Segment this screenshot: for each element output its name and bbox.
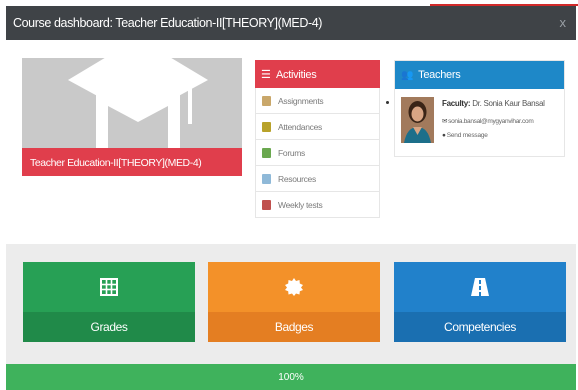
envelope-icon: ✉ xyxy=(442,118,448,125)
badges-tile[interactable]: Badges xyxy=(208,262,380,342)
send-message-link[interactable]: ●Send message xyxy=(442,132,564,139)
road-icon xyxy=(471,278,489,296)
badge-icon xyxy=(285,278,303,296)
faculty-label: Faculty: xyxy=(442,99,471,108)
teacher-photo xyxy=(401,97,434,143)
list-icon: ☰ xyxy=(261,69,271,81)
badges-label: Badges xyxy=(208,312,380,342)
teacher-info: Faculty: Dr. Sonia Kaur Bansal ✉sonia.ba… xyxy=(442,99,564,139)
email-line: ✉sonia.bansal@mygyanvihar.com xyxy=(442,117,564,125)
teacher-email[interactable]: sonia.bansal@mygyanvihar.com xyxy=(448,118,534,125)
competencies-label: Competencies xyxy=(394,312,566,342)
send-message-label: Send message xyxy=(446,132,488,139)
quiz-icon xyxy=(262,200,271,210)
course-name[interactable]: Teacher Education-II[THEORY](MED-4) xyxy=(22,148,242,176)
forum-icon xyxy=(262,148,271,158)
activity-label: Resources xyxy=(278,174,316,184)
grades-tile[interactable]: Grades xyxy=(23,262,195,342)
competencies-tile[interactable]: Competencies xyxy=(394,262,566,342)
grades-tile-top xyxy=(23,262,195,312)
grades-label: Grades xyxy=(23,312,195,342)
assignment-icon xyxy=(262,96,271,106)
teachers-panel: 👥 Teachers Faculty: Dr. Sonia Kaur Bansal… xyxy=(394,60,565,157)
teachers-title: Teachers xyxy=(418,69,461,81)
teachers-header: 👥 Teachers xyxy=(395,61,564,89)
activity-resources[interactable]: Resources xyxy=(255,166,380,192)
progress-label: 100% xyxy=(278,372,304,383)
activity-forums[interactable]: Forums xyxy=(255,140,380,166)
activity-attendances[interactable]: Attendances xyxy=(255,114,380,140)
activity-label: Forums xyxy=(278,148,306,158)
activity-weekly-tests[interactable]: Weekly tests xyxy=(255,192,380,218)
teacher-avatar[interactable] xyxy=(401,97,434,143)
competencies-tile-top xyxy=(394,262,566,312)
modal-title: Course dashboard: Teacher Education-II[T… xyxy=(13,16,323,30)
attendance-icon xyxy=(262,122,271,132)
table-icon xyxy=(100,278,118,296)
bullet-dot xyxy=(386,101,389,104)
activities-panel: ☰ Activities Assignments Attendances Foru… xyxy=(255,60,380,218)
users-icon: 👥 xyxy=(401,70,414,81)
activities-title: Activities xyxy=(276,69,317,81)
close-icon[interactable]: x xyxy=(560,15,567,30)
activity-assignments[interactable]: Assignments xyxy=(255,88,380,114)
activity-label: Assignments xyxy=(278,96,324,106)
activities-header: ☰ Activities xyxy=(255,60,380,88)
chat-icon: ● xyxy=(442,132,446,139)
faculty-line: Faculty: Dr. Sonia Kaur Bansal xyxy=(442,99,564,108)
faculty-name[interactable]: Dr. Sonia Kaur Bansal xyxy=(472,99,545,108)
activity-label: Attendances xyxy=(278,122,322,132)
modal-header: Course dashboard: Teacher Education-II[T… xyxy=(6,6,576,40)
resource-icon xyxy=(262,174,271,184)
course-dashboard-modal: Course dashboard: Teacher Education-II[T… xyxy=(6,6,576,390)
activity-label: Weekly tests xyxy=(278,200,323,210)
badges-tile-top xyxy=(208,262,380,312)
course-progress-bar: 100% xyxy=(6,364,576,390)
